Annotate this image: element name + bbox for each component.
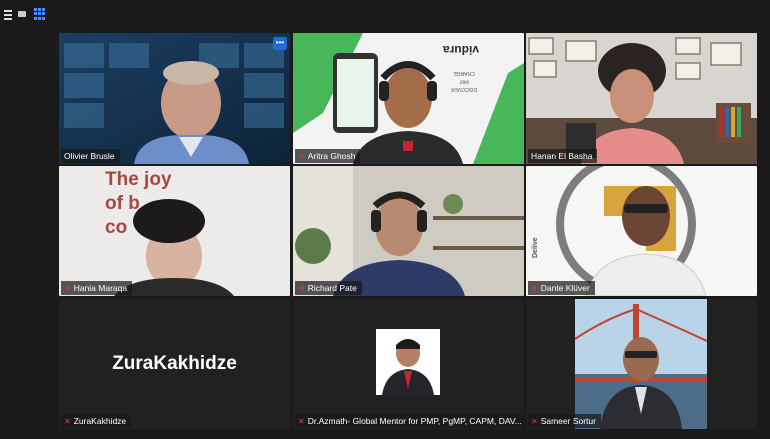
- participant-name-label: ✕ Richard Pate: [295, 281, 362, 295]
- participant-name-label: ✕ Aritra Ghosh: [295, 149, 361, 163]
- participant-name-label: ✕ Hania Maraqa: [61, 281, 133, 295]
- more-options-icon[interactable]: •••: [273, 37, 287, 50]
- video-tile-azmath[interactable]: ✕ Dr.Azmath- Global Mentor for PMP, PgMP,…: [293, 299, 524, 429]
- participant-name-label: ✕ ZuraKakhidze: [61, 414, 132, 428]
- video-tile-hania[interactable]: The joy of b co ✕ Hania Maraqa: [59, 166, 290, 296]
- profile-picture: [575, 299, 707, 429]
- video-feed: [526, 166, 757, 296]
- vidura-banner: DISCOVER PAY CHARGE: [451, 70, 478, 92]
- participant-name-label: Hanan El Basha: [528, 149, 598, 163]
- video-feed: [293, 33, 524, 164]
- profile-picture: [376, 329, 440, 395]
- muted-mic-icon: ✕: [298, 284, 305, 293]
- video-tile-dante[interactable]: Delive ✕ Dante Klüver: [526, 166, 757, 296]
- video-feed: [293, 166, 524, 296]
- grid-view-icon[interactable]: [34, 8, 46, 20]
- top-toolbar: [0, 0, 770, 28]
- video-tile-aritra[interactable]: vidura DISCOVER PAY CHARGE ✕ Aritra Ghosh: [293, 33, 524, 164]
- muted-mic-icon: ✕: [298, 152, 305, 161]
- video-feed: [526, 33, 757, 164]
- muted-mic-icon: ✕: [531, 417, 538, 426]
- video-feed: [59, 33, 290, 164]
- muted-mic-icon: ✕: [64, 284, 71, 293]
- participant-name-label: ✕ Dante Klüver: [528, 281, 595, 295]
- vidura-logo: vidura: [443, 43, 480, 57]
- participant-name-label: ✕ Sameer Sortur: [528, 414, 601, 428]
- muted-mic-icon: ✕: [531, 284, 538, 293]
- muted-mic-icon: ✕: [298, 417, 305, 426]
- video-tile-richard[interactable]: ✕ Richard Pate: [293, 166, 524, 296]
- video-tile-hanan[interactable]: Hanan El Basha: [526, 33, 757, 164]
- video-feed: [59, 166, 290, 296]
- video-tile-zura[interactable]: ZuraKakhidze ✕ ZuraKakhidze: [59, 299, 290, 429]
- video-tile-sameer[interactable]: ✕ Sameer Sortur: [526, 299, 757, 429]
- display-name: ZuraKakhidze: [112, 353, 237, 374]
- menu-icon[interactable]: [2, 8, 14, 20]
- participant-name-label: ✕ Dr.Azmath- Global Mentor for PMP, PgMP,…: [295, 414, 524, 428]
- logo-text: Delive: [532, 237, 539, 258]
- wall-text: The joy of b co: [105, 169, 172, 238]
- minimize-icon[interactable]: [16, 8, 28, 20]
- muted-mic-icon: ✕: [64, 417, 71, 426]
- video-tile-olivier[interactable]: ••• Olivier Brusle: [59, 33, 290, 164]
- participant-name-label: Olivier Brusle: [61, 149, 120, 163]
